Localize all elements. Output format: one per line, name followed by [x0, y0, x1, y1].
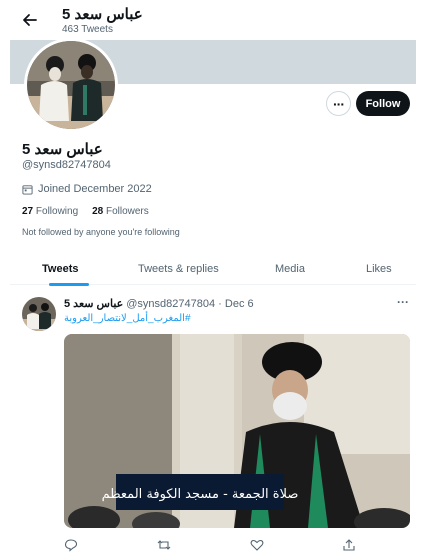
follow-stats: 27 Following 28 Followers [22, 206, 149, 217]
like-icon[interactable] [250, 538, 264, 552]
reply-icon[interactable] [64, 538, 78, 552]
active-tab-indicator [49, 283, 89, 286]
profile-name: عباس سعد 5 [22, 141, 103, 158]
image-caption-text: صلاة الجمعة - مسجد الكوفة المعظم [102, 487, 299, 502]
top-bar: عباس سعد 5 463 Tweets [0, 0, 426, 40]
tweet-hashtag[interactable]: #المغرب_أمل_لانتصار_العروبة [64, 313, 191, 324]
tweet-more-button[interactable]: ··· [397, 295, 409, 309]
tweet-separator: · [218, 298, 222, 310]
profile-handle: @synsd82747804 [22, 159, 111, 171]
tab-tweets[interactable]: Tweets [42, 263, 78, 275]
followers-link[interactable]: 28 Followers [92, 206, 149, 217]
tab-tweets-replies[interactable]: Tweets & replies [138, 263, 219, 275]
following-count: 27 [22, 206, 34, 217]
tab-media[interactable]: Media [275, 263, 305, 275]
header-tweet-count: 463 Tweets [62, 24, 113, 35]
header-name: عباس سعد 5 [62, 6, 143, 23]
profile-avatar[interactable] [24, 38, 118, 132]
tweet-author-name[interactable]: عباس سعد 5 [64, 298, 123, 310]
tweet-avatar[interactable] [22, 297, 56, 331]
more-options-button[interactable]: ··· [326, 91, 351, 116]
joined-text: Joined December 2022 [38, 183, 152, 195]
followers-count: 28 [92, 206, 104, 217]
tweet-date[interactable]: Dec 6 [225, 298, 254, 310]
back-arrow-icon[interactable] [20, 10, 40, 30]
following-label: Following [35, 206, 79, 217]
tweet-author-handle[interactable]: @synsd82747804 [126, 298, 215, 310]
following-link[interactable]: 27 Following [22, 206, 78, 217]
profile-tabs: Tweets Tweets & replies Media Likes [10, 255, 416, 286]
share-icon[interactable] [342, 538, 356, 552]
follow-button[interactable]: Follow [356, 91, 410, 116]
tweet-media-image[interactable]: صلاة الجمعة - مسجد الكوفة المعظم [64, 334, 410, 528]
joined-date: Joined December 2022 [22, 183, 152, 195]
tweet-header: عباس سعد 5 @synsd82747804 · Dec 6 [64, 297, 254, 310]
tab-likes[interactable]: Likes [366, 263, 392, 275]
followers-label: Followers [105, 206, 149, 217]
calendar-icon [22, 184, 33, 195]
not-followed-note: Not followed by anyone you're following [22, 227, 180, 237]
retweet-icon[interactable] [157, 538, 171, 552]
